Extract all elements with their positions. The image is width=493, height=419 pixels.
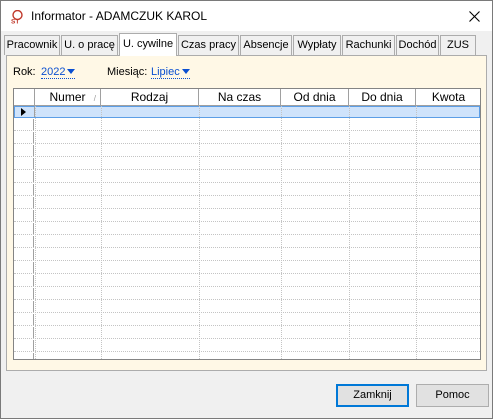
row-header[interactable] xyxy=(14,353,34,359)
empty-row[interactable] xyxy=(14,353,480,359)
row-header[interactable] xyxy=(14,171,34,182)
current-row[interactable] xyxy=(14,106,480,118)
row-header[interactable] xyxy=(15,107,35,117)
title-bar: ST Informator - ADAMCZUK KAROL xyxy=(1,1,492,31)
help-button[interactable]: Pomoc xyxy=(416,384,489,407)
informator-window: ST Informator - ADAMCZUK KAROL Pracownik… xyxy=(0,0,493,419)
empty-row[interactable] xyxy=(14,327,480,339)
column-gridline xyxy=(349,106,350,359)
column-gridline xyxy=(281,106,282,359)
empty-row[interactable] xyxy=(14,249,480,261)
empty-row[interactable] xyxy=(14,197,480,209)
column-gridline xyxy=(416,106,417,359)
tab-pracownik[interactable]: Pracownik xyxy=(4,35,60,55)
tab-umowy-cywilne[interactable]: U. cywilne xyxy=(119,33,177,56)
row-header[interactable] xyxy=(14,275,34,286)
svg-text:ST: ST xyxy=(11,19,19,25)
column-gridline xyxy=(35,106,36,359)
empty-row[interactable] xyxy=(14,340,480,352)
row-header[interactable] xyxy=(14,132,34,143)
empty-row[interactable] xyxy=(14,171,480,183)
chevron-down-icon xyxy=(67,68,76,74)
column-gridline xyxy=(101,106,102,359)
tab-absencje[interactable]: Absencje xyxy=(240,35,292,55)
contracts-grid[interactable]: Numer / Rodzaj Na czas Od dnia Do dnia K… xyxy=(13,88,481,360)
column-gridline xyxy=(199,106,200,359)
row-header[interactable] xyxy=(14,184,34,195)
row-header-corner xyxy=(14,89,35,106)
current-row-pointer-icon xyxy=(21,108,26,116)
month-label: Miesiąc: xyxy=(107,66,148,78)
grid-header: Numer / Rodzaj Na czas Od dnia Do dnia K… xyxy=(14,89,480,106)
close-icon xyxy=(468,10,480,22)
row-header[interactable] xyxy=(14,327,34,338)
column-header-na-czas[interactable]: Na czas xyxy=(199,89,281,106)
window-title: Informator - ADAMCZUK KAROL xyxy=(31,9,208,23)
tab-umowa-o-prace[interactable]: U. o pracę xyxy=(61,35,118,55)
empty-row[interactable] xyxy=(14,145,480,157)
row-header[interactable] xyxy=(14,249,34,260)
year-selector[interactable]: 2022 xyxy=(41,66,76,79)
empty-row[interactable] xyxy=(14,132,480,144)
empty-row[interactable] xyxy=(14,262,480,274)
empty-row[interactable] xyxy=(14,184,480,196)
tab-zus[interactable]: ZUS xyxy=(440,35,476,55)
empty-row[interactable] xyxy=(14,314,480,326)
row-header[interactable] xyxy=(14,314,34,325)
column-header-do-dnia[interactable]: Do dnia xyxy=(349,89,416,106)
row-header[interactable] xyxy=(14,158,34,169)
tab-wyplaty[interactable]: Wypłaty xyxy=(293,35,341,55)
row-header[interactable] xyxy=(14,236,34,247)
row-header[interactable] xyxy=(14,301,34,312)
tab-strip: Pracownik U. o pracę U. cywilne Czas pra… xyxy=(1,33,492,56)
empty-row[interactable] xyxy=(14,288,480,300)
column-header-od-dnia[interactable]: Od dnia xyxy=(281,89,349,106)
app-logo-icon: ST xyxy=(11,10,23,25)
row-header[interactable] xyxy=(14,223,34,234)
empty-row[interactable] xyxy=(14,301,480,313)
close-window-button[interactable] xyxy=(456,1,492,31)
empty-row[interactable] xyxy=(14,119,480,131)
column-header-numer-label: Numer xyxy=(49,90,86,104)
column-header-rodzaj[interactable]: Rodzaj xyxy=(101,89,199,106)
month-value: Lipiec xyxy=(151,66,180,78)
civil-contracts-panel: Rok: 2022 Miesiąc: Lipiec Numer / Rodzaj… xyxy=(6,55,487,371)
empty-row[interactable] xyxy=(14,210,480,222)
close-button[interactable]: Zamknij xyxy=(336,384,409,407)
sort-ascending-icon: / xyxy=(93,94,96,103)
row-header[interactable] xyxy=(14,197,34,208)
empty-row[interactable] xyxy=(14,275,480,287)
year-value: 2022 xyxy=(41,66,66,78)
column-header-kwota[interactable]: Kwota xyxy=(416,89,480,106)
tab-dochod[interactable]: Dochód xyxy=(396,35,439,55)
empty-row[interactable] xyxy=(14,223,480,235)
tab-czas-pracy[interactable]: Czas pracy xyxy=(178,35,239,55)
row-header[interactable] xyxy=(14,288,34,299)
row-header[interactable] xyxy=(14,262,34,273)
year-label: Rok: xyxy=(13,66,36,78)
empty-row[interactable] xyxy=(14,158,480,170)
row-header[interactable] xyxy=(14,340,34,351)
row-header[interactable] xyxy=(14,145,34,156)
empty-row[interactable] xyxy=(14,236,480,248)
column-header-numer[interactable]: Numer / xyxy=(35,89,101,106)
chevron-down-icon xyxy=(181,68,190,74)
month-selector[interactable]: Lipiec xyxy=(151,66,190,79)
row-header[interactable] xyxy=(14,119,34,130)
row-header[interactable] xyxy=(14,210,34,221)
tab-rachunki[interactable]: Rachunki xyxy=(342,35,395,55)
